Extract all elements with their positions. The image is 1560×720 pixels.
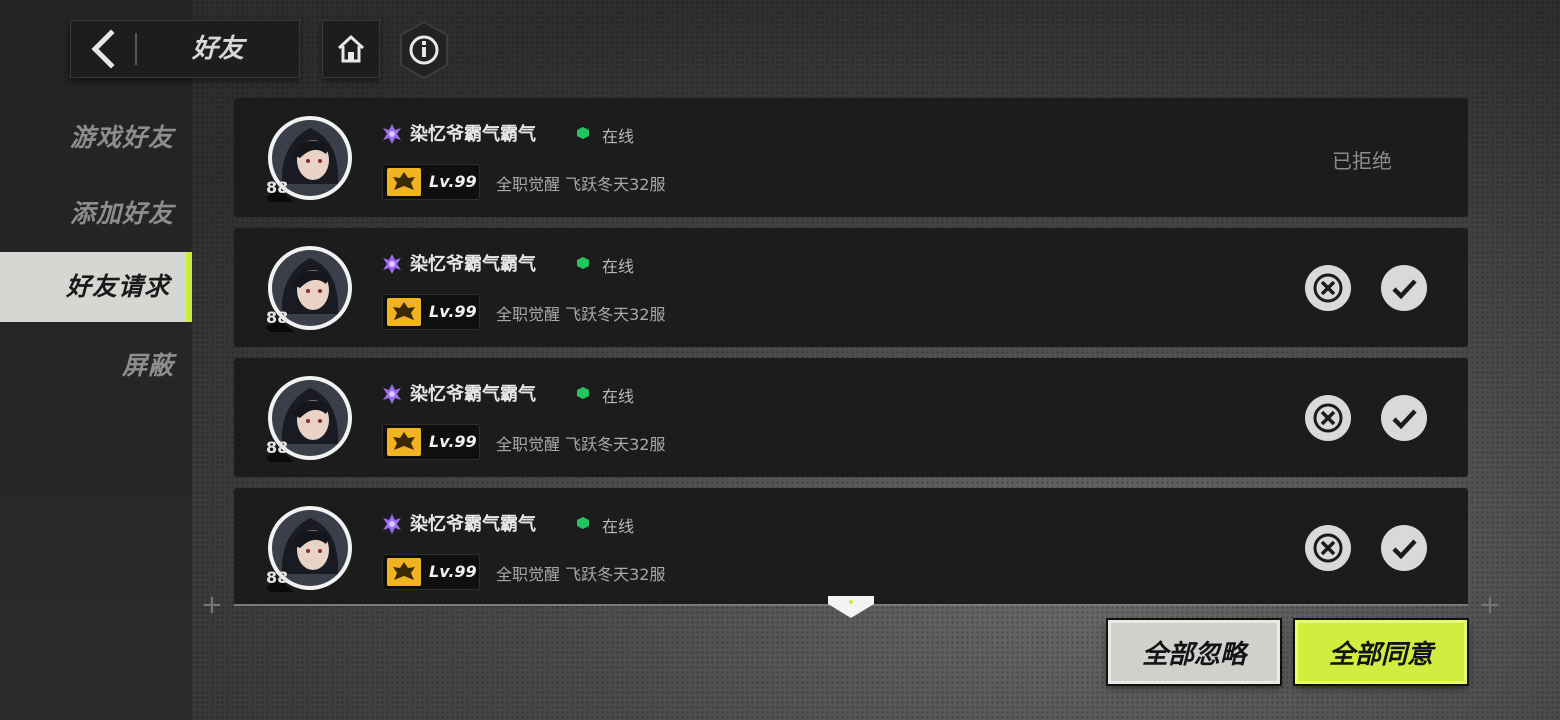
close-icon (1313, 533, 1343, 563)
online-status-icon (577, 257, 589, 269)
level-icon (387, 428, 421, 456)
title-emblem-icon (383, 514, 401, 534)
avatar-level-label: 88 (266, 178, 289, 197)
plus-marker-left: + (201, 590, 223, 620)
server-label: 全职觉醒 飞跃冬天32服 (496, 305, 666, 324)
level-label: Lv.99 (429, 172, 477, 191)
scroll-down-icon[interactable] (828, 596, 874, 620)
avatar-level-label: 88 (266, 568, 289, 587)
page-title: 好友 (191, 34, 244, 64)
title-emblem-icon (383, 124, 401, 144)
server-label: 全职觉醒 飞跃冬天32服 (496, 565, 666, 584)
back-button[interactable] (71, 21, 135, 77)
level-badge: Lv.99 (382, 164, 480, 200)
server-label: 全职觉醒 飞跃冬天32服 (496, 175, 666, 194)
player-name: 染忆爷霸气霸气 (410, 254, 536, 275)
level-icon (387, 168, 421, 196)
reject-button[interactable] (1305, 525, 1351, 571)
check-icon (1392, 539, 1417, 560)
online-status-label: 在线 (602, 127, 635, 146)
title-bar: 好友 (70, 20, 300, 78)
info-icon (400, 20, 448, 80)
online-status-icon (577, 517, 589, 529)
level-label: Lv.99 (429, 432, 477, 451)
online-status-label: 在线 (602, 257, 635, 276)
reject-button[interactable] (1305, 395, 1351, 441)
online-status-icon (577, 127, 589, 139)
online-status-label: 在线 (602, 387, 635, 406)
plus-marker-right: + (1479, 590, 1501, 620)
avatar-level-label: 88 (266, 308, 289, 327)
accept-button[interactable] (1381, 395, 1427, 441)
level-icon (387, 298, 421, 326)
game-screen: 游戏好友 添加好友 好友请求 屏蔽 好友 88 染忆爷霸气霸气 在线 Lv.99… (0, 0, 1560, 720)
level-label: Lv.99 (429, 302, 477, 321)
title-emblem-icon (383, 254, 401, 274)
level-icon (387, 558, 421, 586)
chevron-left-icon (91, 29, 115, 69)
level-badge: Lv.99 (382, 554, 480, 590)
accept-button[interactable] (1381, 525, 1427, 571)
avatar-level-label: 88 (266, 438, 289, 457)
close-icon (1313, 273, 1343, 303)
check-icon (1392, 409, 1417, 430)
sidebar-item-add-friend[interactable]: 添加好友 (70, 194, 174, 230)
request-state-label: 已拒绝 (1332, 149, 1392, 173)
level-label: Lv.99 (429, 562, 477, 581)
title-emblem-icon (383, 384, 401, 404)
ignore-all-button[interactable]: 全部忽略 (1108, 620, 1280, 684)
check-icon (1392, 279, 1417, 300)
friend-request-list[interactable]: 88 染忆爷霸气霸气 在线 Lv.99 全职觉醒 飞跃冬天32服 已拒绝 88 … (234, 98, 1468, 605)
accept-button[interactable] (1381, 265, 1427, 311)
player-name: 染忆爷霸气霸气 (410, 384, 536, 405)
home-button[interactable] (322, 20, 380, 78)
friend-request-row: 88 染忆爷霸气霸气 在线 Lv.99 全职觉醒 飞跃冬天32服 (234, 358, 1468, 477)
sidebar-item-friend-requests[interactable]: 好友请求 (0, 252, 192, 322)
level-badge: Lv.99 (382, 424, 480, 460)
info-button[interactable] (398, 20, 450, 80)
close-icon (1313, 403, 1343, 433)
level-badge: Lv.99 (382, 294, 480, 330)
player-name: 染忆爷霸气霸气 (410, 514, 536, 535)
online-status-icon (577, 387, 589, 399)
home-icon (337, 34, 365, 63)
friend-request-row: 88 染忆爷霸气霸气 在线 Lv.99 全职觉醒 飞跃冬天32服 (234, 228, 1468, 347)
agree-all-button[interactable]: 全部同意 (1295, 620, 1467, 684)
sidebar-item-game-friends[interactable]: 游戏好友 (70, 118, 174, 154)
server-label: 全职觉醒 飞跃冬天32服 (496, 435, 666, 454)
sidebar: 游戏好友 添加好友 好友请求 屏蔽 (0, 0, 192, 720)
reject-button[interactable] (1305, 265, 1351, 311)
sidebar-item-blocked[interactable]: 屏蔽 (122, 346, 174, 382)
friend-request-row: 88 染忆爷霸气霸气 在线 Lv.99 全职觉醒 飞跃冬天32服 (234, 488, 1468, 605)
online-status-label: 在线 (602, 517, 635, 536)
friend-request-row: 88 染忆爷霸气霸气 在线 Lv.99 全职觉醒 飞跃冬天32服 已拒绝 (234, 98, 1468, 217)
player-name: 染忆爷霸气霸气 (410, 124, 536, 145)
